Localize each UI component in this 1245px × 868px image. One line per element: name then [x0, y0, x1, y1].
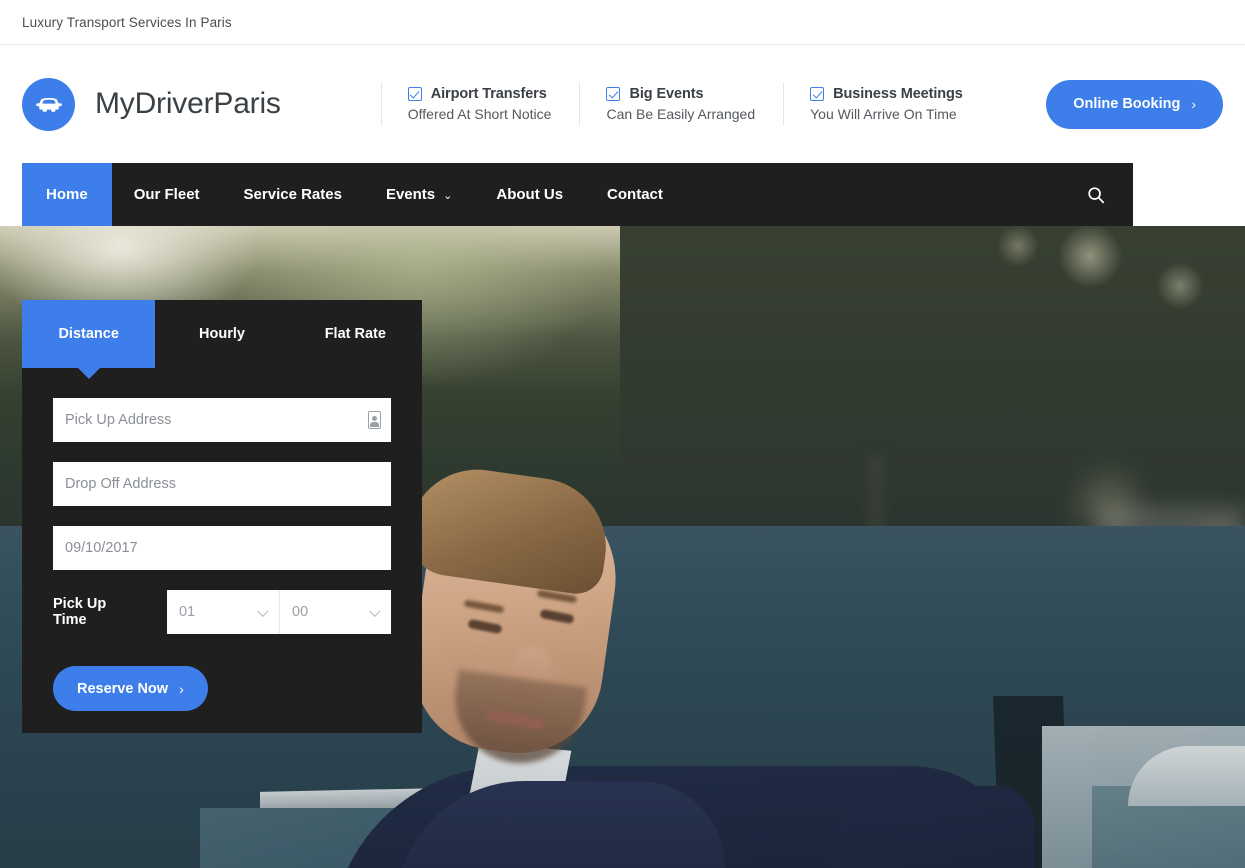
site-tagline: Luxury Transport Services In Paris [22, 14, 232, 30]
pickup-time-label: Pick Up Time [53, 596, 107, 628]
main-navigation: Home Our Fleet Service Rates Events ⌄ Ab… [22, 163, 1133, 226]
dropoff-address-field[interactable] [53, 462, 391, 506]
site-header: MyDriverParis Airport Transfers Offered … [0, 45, 1245, 163]
feature-subtitle: Offered At Short Notice [407, 106, 552, 122]
checkbox-checked-icon [407, 87, 422, 101]
brand-name: MyDriverParis [95, 87, 281, 120]
pickup-minute-select[interactable]: 00 [279, 590, 391, 634]
nav-item-events[interactable]: Events ⌄ [364, 163, 474, 226]
feature-item-airport-transfers: Airport Transfers Offered At Short Notic… [380, 82, 580, 126]
chevron-down-icon [369, 605, 381, 617]
tab-flat-rate[interactable]: Flat Rate [289, 300, 422, 368]
pickup-date-field[interactable] [53, 526, 391, 570]
online-booking-label: Online Booking [1073, 96, 1181, 112]
booking-form: Pick Up Time 01 00 Reserve Now › [22, 368, 422, 733]
chevron-right-icon: › [1191, 96, 1196, 112]
nav-item-about-us[interactable]: About Us [474, 163, 585, 226]
feature-title: Big Events [606, 86, 755, 102]
car-icon [22, 77, 75, 131]
pickup-date-input[interactable] [65, 526, 379, 570]
nav-item-label: Our Fleet [133, 186, 200, 203]
tab-label: Distance [58, 326, 119, 342]
feature-subtitle: Can Be Easily Arranged [606, 106, 756, 122]
nav-item-our-fleet[interactable]: Our Fleet [112, 163, 222, 226]
chevron-right-icon: › [179, 680, 184, 697]
nav-item-label: Contact [607, 186, 663, 203]
pickup-minute-value: 00 [292, 604, 309, 620]
feature-item-big-events: Big Events Can Be Easily Arranged [579, 82, 783, 126]
pickup-hour-value: 01 [179, 604, 196, 620]
chevron-down-icon [257, 605, 269, 617]
feature-list: Airport Transfers Offered At Short Notic… [380, 82, 991, 126]
tab-hourly[interactable]: Hourly [155, 300, 288, 368]
nav-item-label: About Us [496, 186, 564, 203]
feature-title: Business Meetings [810, 86, 963, 102]
feature-item-business-meetings: Business Meetings You Will Arrive On Tim… [783, 82, 991, 126]
booking-widget: Distance Hourly Flat Rate Pick Up Time [22, 300, 422, 733]
chevron-down-icon: ⌄ [443, 190, 453, 202]
nav-item-service-rates[interactable]: Service Rates [222, 163, 364, 226]
pickup-time-selects: 01 00 [167, 590, 391, 634]
nav-item-label: Service Rates [243, 186, 342, 203]
checkbox-checked-icon [810, 87, 825, 101]
top-bar: Luxury Transport Services In Paris [0, 0, 1245, 45]
search-icon[interactable] [1059, 163, 1133, 226]
nav-item-label: Home [46, 186, 88, 203]
tab-distance[interactable]: Distance [22, 300, 156, 379]
checkbox-checked-icon [606, 87, 621, 101]
reserve-now-button[interactable]: Reserve Now › [53, 666, 208, 711]
brand[interactable]: MyDriverParis [22, 77, 281, 131]
reserve-now-label: Reserve Now [77, 680, 169, 697]
dropoff-address-input[interactable] [65, 462, 379, 506]
feature-subtitle: You Will Arrive On Time [810, 106, 957, 122]
feature-title-text: Business Meetings [833, 86, 963, 102]
nav-item-label: Events [385, 186, 436, 203]
pickup-time-row: Pick Up Time 01 00 [53, 590, 391, 634]
tab-label: Hourly [199, 326, 245, 342]
online-booking-button[interactable]: Online Booking › [1046, 79, 1223, 129]
tab-label: Flat Rate [324, 326, 386, 342]
feature-title: Airport Transfers [407, 86, 552, 102]
pickup-hour-select[interactable]: 01 [167, 590, 279, 634]
feature-title-text: Airport Transfers [430, 86, 547, 102]
pickup-address-input[interactable] [65, 398, 379, 442]
booking-tabs: Distance Hourly Flat Rate [22, 300, 422, 379]
nav-item-contact[interactable]: Contact [585, 163, 685, 226]
page-root: Luxury Transport Services In Paris MyDri… [0, 0, 1245, 868]
feature-title-text: Big Events [629, 86, 704, 102]
address-book-icon[interactable] [368, 411, 381, 429]
nav-item-home[interactable]: Home [22, 163, 112, 226]
pickup-address-field[interactable] [53, 398, 391, 442]
